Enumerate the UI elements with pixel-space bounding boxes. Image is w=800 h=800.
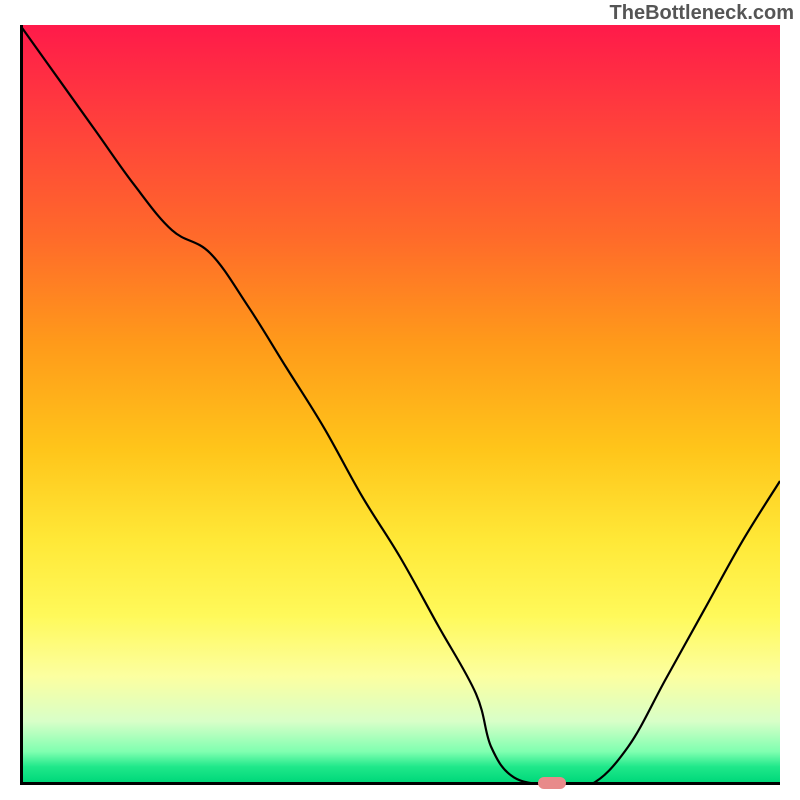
watermark-text: TheBottleneck.com [610, 2, 794, 25]
optimal-point-marker [538, 777, 566, 789]
bottleneck-curve [20, 25, 780, 785]
